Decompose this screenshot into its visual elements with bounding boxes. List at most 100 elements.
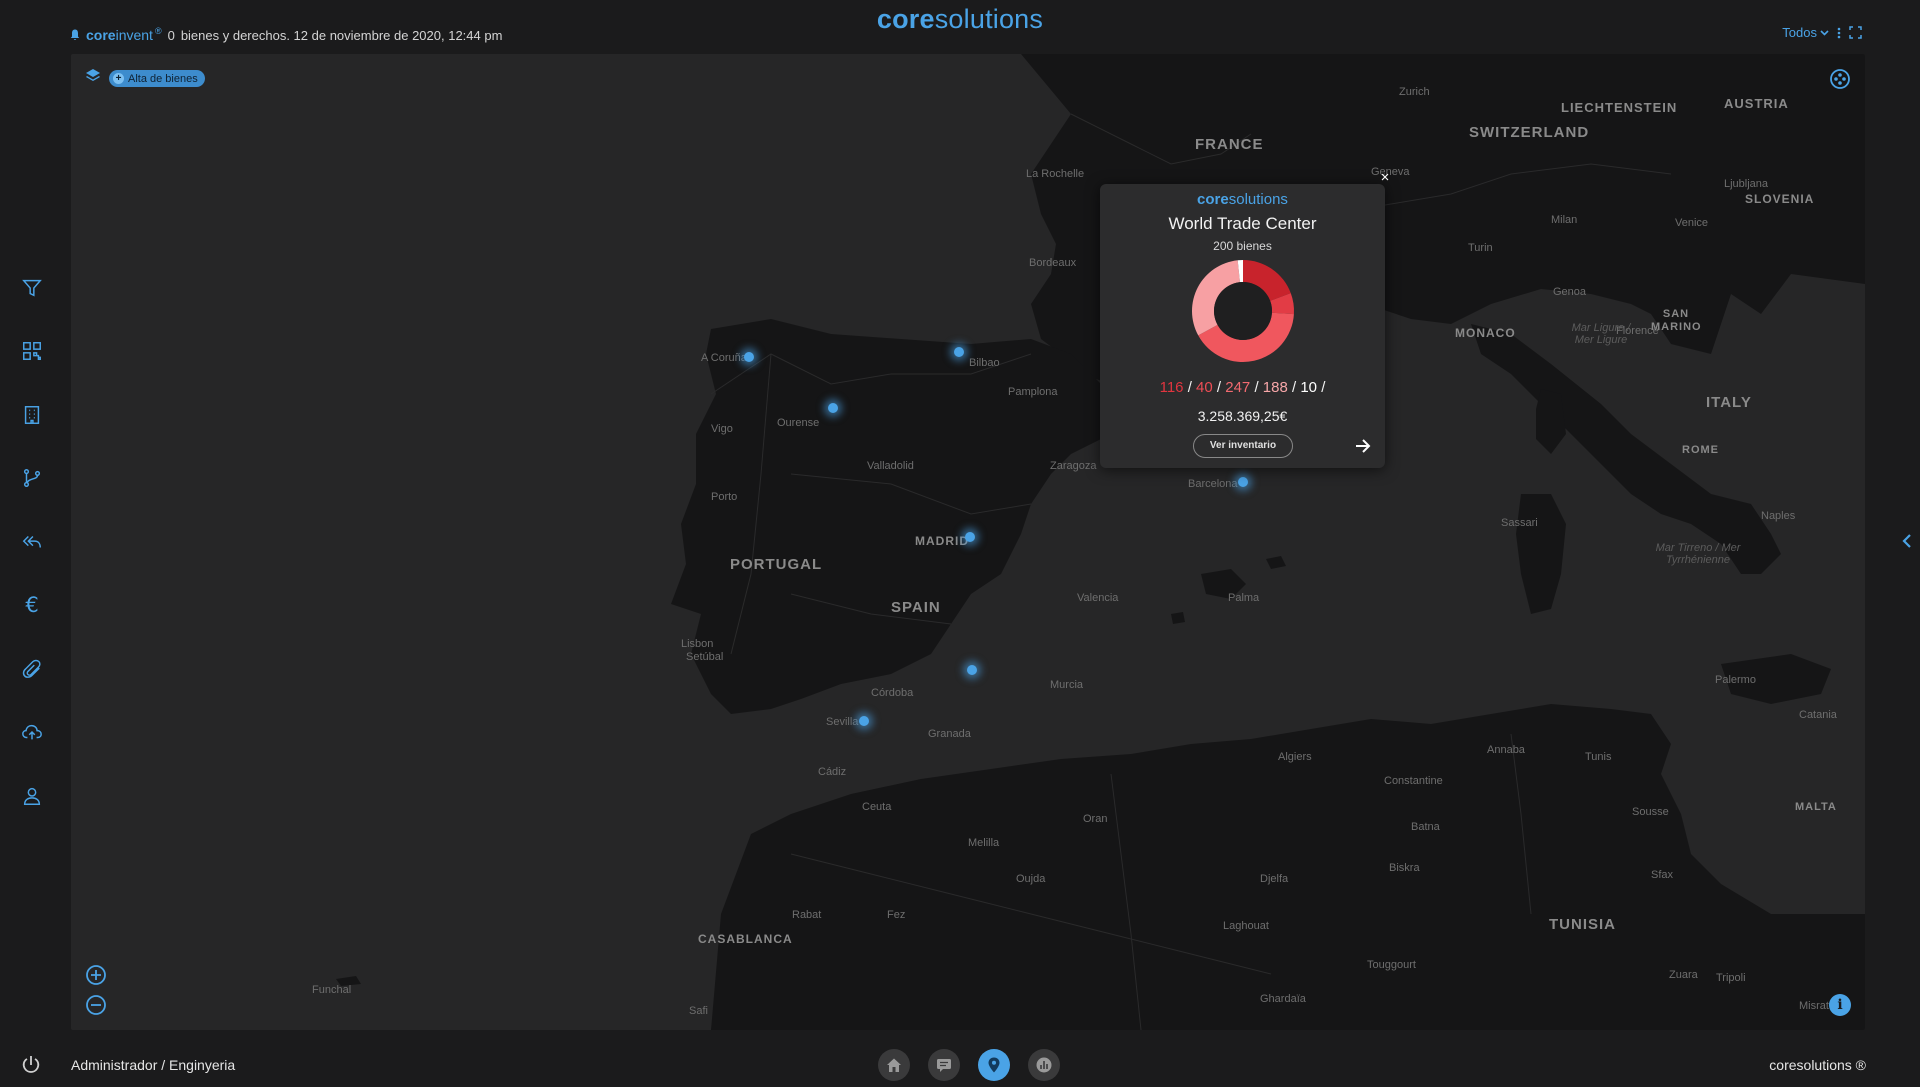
map-label-country: FRANCE	[1195, 136, 1264, 153]
zoom-out-icon[interactable]	[85, 994, 107, 1016]
bell-icon[interactable]	[70, 29, 80, 41]
sidebar-item-users[interactable]	[20, 784, 44, 808]
map-label-sea: Mar Tirreno / Mer Tyrrhénienne	[1655, 542, 1741, 566]
map-label-city: Touggourt	[1367, 959, 1416, 971]
sidebar-item-buildings[interactable]	[20, 403, 44, 427]
map-label-country: MONACO	[1455, 326, 1516, 340]
map-label-country: MALTA	[1795, 801, 1837, 813]
map-view[interactable]: FRANCE SWITZERLAND LIECHTENSTEIN AUSTRIA…	[71, 54, 1865, 1030]
map-label-city: Pamplona	[1008, 386, 1058, 398]
location-marker[interactable]	[828, 403, 838, 413]
sidebar-item-finance[interactable]: €	[20, 593, 44, 617]
layers-icon[interactable]	[85, 68, 101, 89]
filter-select[interactable]: Todos	[1782, 25, 1829, 40]
location-marker[interactable]	[967, 665, 977, 675]
map-label-city: Setúbal	[686, 651, 724, 663]
location-marker[interactable]	[965, 532, 975, 542]
home-nav-button[interactable]	[878, 1049, 910, 1081]
map-label-city: CASABLANCA	[698, 932, 793, 946]
map-label-city: Ghardaïa	[1260, 993, 1306, 1005]
map-label-city: Zuara	[1669, 969, 1698, 981]
sidebar-item-attachments[interactable]	[20, 657, 44, 681]
map-label-city: Palermo	[1715, 674, 1756, 686]
map-label-country: PORTUGAL	[730, 556, 823, 573]
messages-nav-button[interactable]	[928, 1049, 960, 1081]
map-label-city: A Coruña	[701, 352, 747, 364]
map-label-city: Vigo	[711, 423, 733, 435]
map-label-city: MADRID	[915, 534, 969, 548]
stat-value: 247	[1225, 379, 1251, 396]
user-icon	[23, 787, 41, 805]
map-label-city: Sassari	[1501, 517, 1538, 529]
location-marker[interactable]	[1238, 477, 1248, 487]
map-label-country: ITALY	[1706, 394, 1752, 411]
map-label-city: Tunis	[1585, 751, 1612, 763]
chevron-left-icon[interactable]	[1900, 531, 1914, 551]
map-label-city: Oran	[1083, 813, 1108, 825]
power-icon[interactable]	[20, 1054, 42, 1076]
sidebar-item-qr[interactable]	[20, 339, 44, 363]
map-label-city: Venice	[1675, 217, 1709, 229]
status-bar: coreinvent ® 0 bienes y derechos. 12 de …	[70, 25, 502, 45]
sidebar-item-returns[interactable]	[20, 530, 44, 554]
current-user: Administrador / Enginyeria	[71, 1057, 236, 1073]
map-label-country: SWITZERLAND	[1469, 124, 1590, 141]
map-label-city: Tripoli	[1716, 972, 1746, 984]
map-label-city: Batna	[1411, 821, 1440, 833]
arrow-right-icon[interactable]	[1353, 436, 1373, 456]
status-donut-chart	[1191, 260, 1294, 362]
map-label-city: Sousse	[1632, 806, 1669, 818]
cloud-upload-icon	[22, 724, 42, 740]
map-label-city: Ljubljana	[1724, 178, 1769, 190]
map-label-city: Lisbon	[681, 638, 714, 650]
map-label-city: Cádiz	[818, 766, 847, 778]
map-label-city: Valencia	[1077, 592, 1119, 604]
map-nav-button[interactable]	[978, 1049, 1010, 1081]
map-label-city: Catania	[1799, 709, 1837, 721]
map-label-city: Ourense	[777, 417, 820, 429]
donut-hole	[1213, 282, 1272, 340]
map-label-city: Palma	[1228, 592, 1260, 604]
sidebar-item-filter[interactable]	[20, 276, 44, 300]
map-label-city: La Rochelle	[1026, 168, 1085, 180]
more-vertical-icon[interactable]	[1837, 27, 1841, 39]
stat-value: 188	[1262, 379, 1288, 396]
map-pin-icon	[988, 1057, 1000, 1073]
map-label-city: Funchal	[312, 984, 352, 996]
euro-icon: €	[25, 593, 39, 617]
status-text: bienes y derechos. 12 de noviembre de 20…	[180, 27, 503, 43]
message-icon	[937, 1059, 951, 1072]
location-marker[interactable]	[859, 716, 869, 726]
fullscreen-icon[interactable]	[1849, 26, 1862, 39]
stat-value: 40	[1196, 379, 1213, 396]
bottom-nav	[878, 1049, 1060, 1081]
close-icon[interactable]: ×	[1377, 170, 1393, 186]
app-registered-mark: ®	[154, 26, 162, 36]
view-inventory-button[interactable]: Ver inventario	[1193, 434, 1293, 458]
sidebar-item-cloud[interactable]	[20, 720, 44, 744]
location-marker[interactable]	[744, 352, 754, 362]
map-label-city: Murcia	[1050, 679, 1084, 691]
sidebar-item-branches[interactable]	[20, 466, 44, 490]
zoom-in-icon[interactable]	[85, 964, 107, 986]
stats-nav-button[interactable]	[1028, 1049, 1060, 1081]
location-marker[interactable]	[954, 347, 964, 357]
map-label-city: Djelfa	[1260, 873, 1289, 885]
app-name: coreinvent	[86, 27, 153, 43]
locate-icon[interactable]	[1829, 68, 1851, 90]
attachment-icon	[22, 659, 41, 678]
map-label-city: Fez	[887, 909, 906, 921]
popup-total-value: 3.258.369,25€	[1197, 408, 1288, 424]
popup-stats: 116 / 40 / 247 / 188 / 10 /	[1159, 379, 1326, 396]
map-label-city: Melilla	[968, 837, 1000, 849]
info-icon[interactable]: i	[1829, 994, 1851, 1016]
popup-brand: coresolutions	[1197, 191, 1288, 208]
add-assets-chip[interactable]: + Alta de bienes	[109, 70, 205, 87]
map-label-city: Turin	[1468, 242, 1493, 254]
bar-chart-icon	[1036, 1057, 1052, 1073]
map-label-country: SPAIN	[891, 599, 941, 616]
map-label-country: TUNISIA	[1549, 916, 1616, 933]
map-label-city: Constantine	[1384, 775, 1443, 787]
map-label-city: Ceuta	[862, 801, 892, 813]
chevron-down-icon	[1820, 29, 1829, 36]
